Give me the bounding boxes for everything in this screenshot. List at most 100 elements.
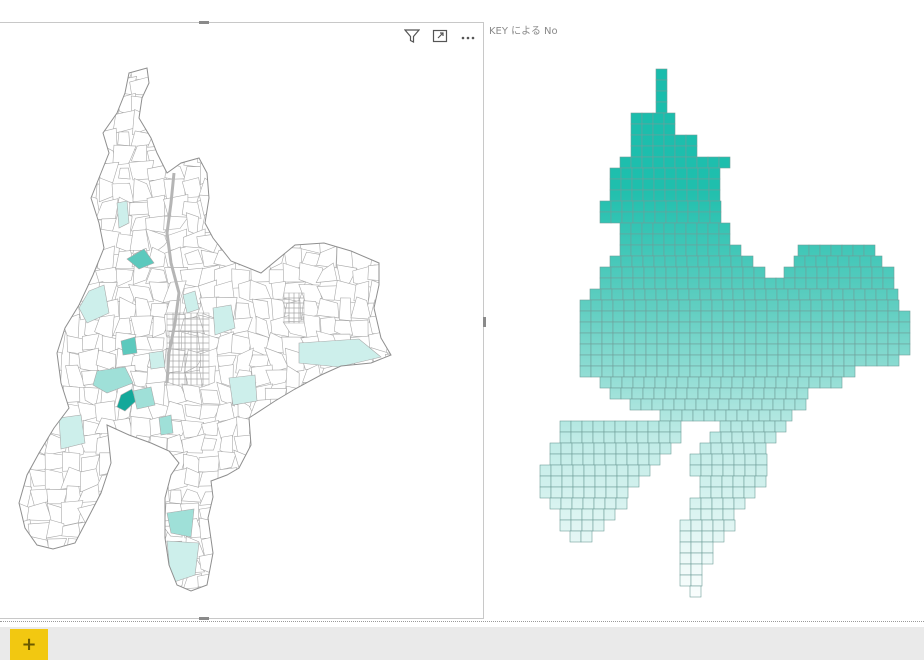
grid-tile[interactable] [615, 453, 628, 466]
grid-tile[interactable] [838, 277, 851, 290]
grid-tile[interactable] [786, 376, 799, 389]
grid-tile[interactable] [582, 497, 595, 510]
grid-tile[interactable] [686, 167, 699, 180]
grid-tile[interactable] [559, 431, 572, 444]
grid-tile[interactable] [621, 200, 634, 213]
grid-tile[interactable] [769, 409, 782, 422]
grid-tile[interactable] [854, 354, 867, 367]
grid-tile[interactable] [630, 112, 643, 125]
grid-tile[interactable] [679, 541, 692, 554]
grid-tile[interactable] [690, 530, 703, 543]
grid-tile[interactable] [875, 288, 888, 301]
grid-tile[interactable] [653, 255, 666, 268]
grid-tile[interactable] [579, 354, 592, 367]
grid-tile[interactable] [690, 552, 703, 565]
grid-tile[interactable] [887, 299, 900, 312]
grid-tile[interactable] [665, 266, 678, 279]
grid-tile[interactable] [718, 244, 731, 257]
grid-tile[interactable] [630, 134, 643, 147]
grid-tile[interactable] [570, 420, 583, 433]
grid-tile[interactable] [821, 343, 834, 356]
grid-tile[interactable] [658, 420, 671, 433]
grid-tile[interactable] [708, 189, 721, 202]
grid-tile[interactable] [642, 387, 655, 400]
grid-tile[interactable] [787, 288, 800, 301]
grid-tile[interactable] [729, 244, 742, 257]
grid-tile[interactable] [887, 321, 900, 334]
grid-tile[interactable] [821, 365, 834, 378]
grid-tile[interactable] [686, 178, 699, 191]
grid-tile[interactable] [630, 222, 643, 235]
grid-tile[interactable] [612, 343, 625, 356]
grid-tile[interactable] [539, 486, 552, 499]
grid-tile[interactable] [549, 453, 562, 466]
grid-tile[interactable] [663, 134, 676, 147]
grid-tile[interactable] [721, 475, 734, 488]
grid-tile[interactable] [631, 387, 644, 400]
grid-tile[interactable] [631, 167, 644, 180]
grid-tile[interactable] [744, 464, 757, 477]
grid-tile[interactable] [707, 244, 720, 257]
grid-tile[interactable] [854, 299, 867, 312]
grid-tile[interactable] [570, 508, 583, 521]
grid-tile[interactable] [645, 310, 658, 323]
grid-tile[interactable] [843, 343, 856, 356]
grid-tile[interactable] [631, 189, 644, 202]
grid-tile[interactable] [865, 310, 878, 323]
grid-tile[interactable] [753, 277, 766, 290]
grid-tile[interactable] [788, 321, 801, 334]
grid-tile[interactable] [581, 508, 594, 521]
grid-tile[interactable] [626, 442, 639, 455]
grid-tile[interactable] [625, 420, 638, 433]
grid-tile[interactable] [710, 486, 723, 499]
grid-tile[interactable] [731, 431, 744, 444]
grid-tile[interactable] [728, 398, 741, 411]
grid-tile[interactable] [689, 343, 702, 356]
grid-tile[interactable] [559, 519, 572, 532]
grid-tile[interactable] [843, 332, 856, 345]
grid-tile[interactable] [641, 123, 654, 136]
grid-tile[interactable] [860, 277, 873, 290]
grid-tile[interactable] [722, 365, 735, 378]
grid-tile[interactable] [599, 200, 612, 213]
grid-tile[interactable] [744, 365, 757, 378]
grid-tile[interactable] [630, 244, 643, 257]
grid-tile[interactable] [718, 233, 731, 246]
grid-tile[interactable] [620, 167, 633, 180]
grid-tile[interactable] [865, 299, 878, 312]
grid-tile[interactable] [711, 343, 724, 356]
grid-tile[interactable] [592, 420, 605, 433]
grid-tile[interactable] [821, 332, 834, 345]
grid-tile[interactable] [623, 343, 636, 356]
grid-tile[interactable] [678, 354, 691, 367]
grid-tile[interactable] [714, 409, 727, 422]
grid-tile[interactable] [684, 398, 697, 411]
grid-tile[interactable] [750, 398, 763, 411]
grid-tile[interactable] [665, 277, 678, 290]
grid-tile[interactable] [647, 420, 660, 433]
grid-tile[interactable] [676, 200, 689, 213]
grid-tile[interactable] [601, 354, 614, 367]
grid-tile[interactable] [788, 299, 801, 312]
grid-tile[interactable] [644, 288, 657, 301]
grid-tile[interactable] [820, 288, 833, 301]
grid-tile[interactable] [721, 288, 734, 301]
grid-tile[interactable] [615, 442, 628, 455]
grid-tile[interactable] [755, 354, 768, 367]
grid-tile[interactable] [736, 409, 749, 422]
grid-tile[interactable] [697, 189, 710, 202]
grid-tile[interactable] [561, 486, 574, 499]
grid-tile[interactable] [690, 541, 703, 554]
grid-tile[interactable] [766, 332, 779, 345]
grid-tile[interactable] [643, 376, 656, 389]
grid-tile[interactable] [687, 211, 700, 224]
grid-tile[interactable] [898, 332, 911, 345]
grid-tile[interactable] [700, 464, 713, 477]
grid-tile[interactable] [560, 497, 573, 510]
grid-tile[interactable] [675, 189, 688, 202]
grid-tile[interactable] [539, 475, 552, 488]
grid-tile[interactable] [663, 222, 676, 235]
grid-tile[interactable] [655, 79, 668, 92]
grid-tile[interactable] [643, 277, 656, 290]
grid-tile[interactable] [679, 563, 692, 576]
